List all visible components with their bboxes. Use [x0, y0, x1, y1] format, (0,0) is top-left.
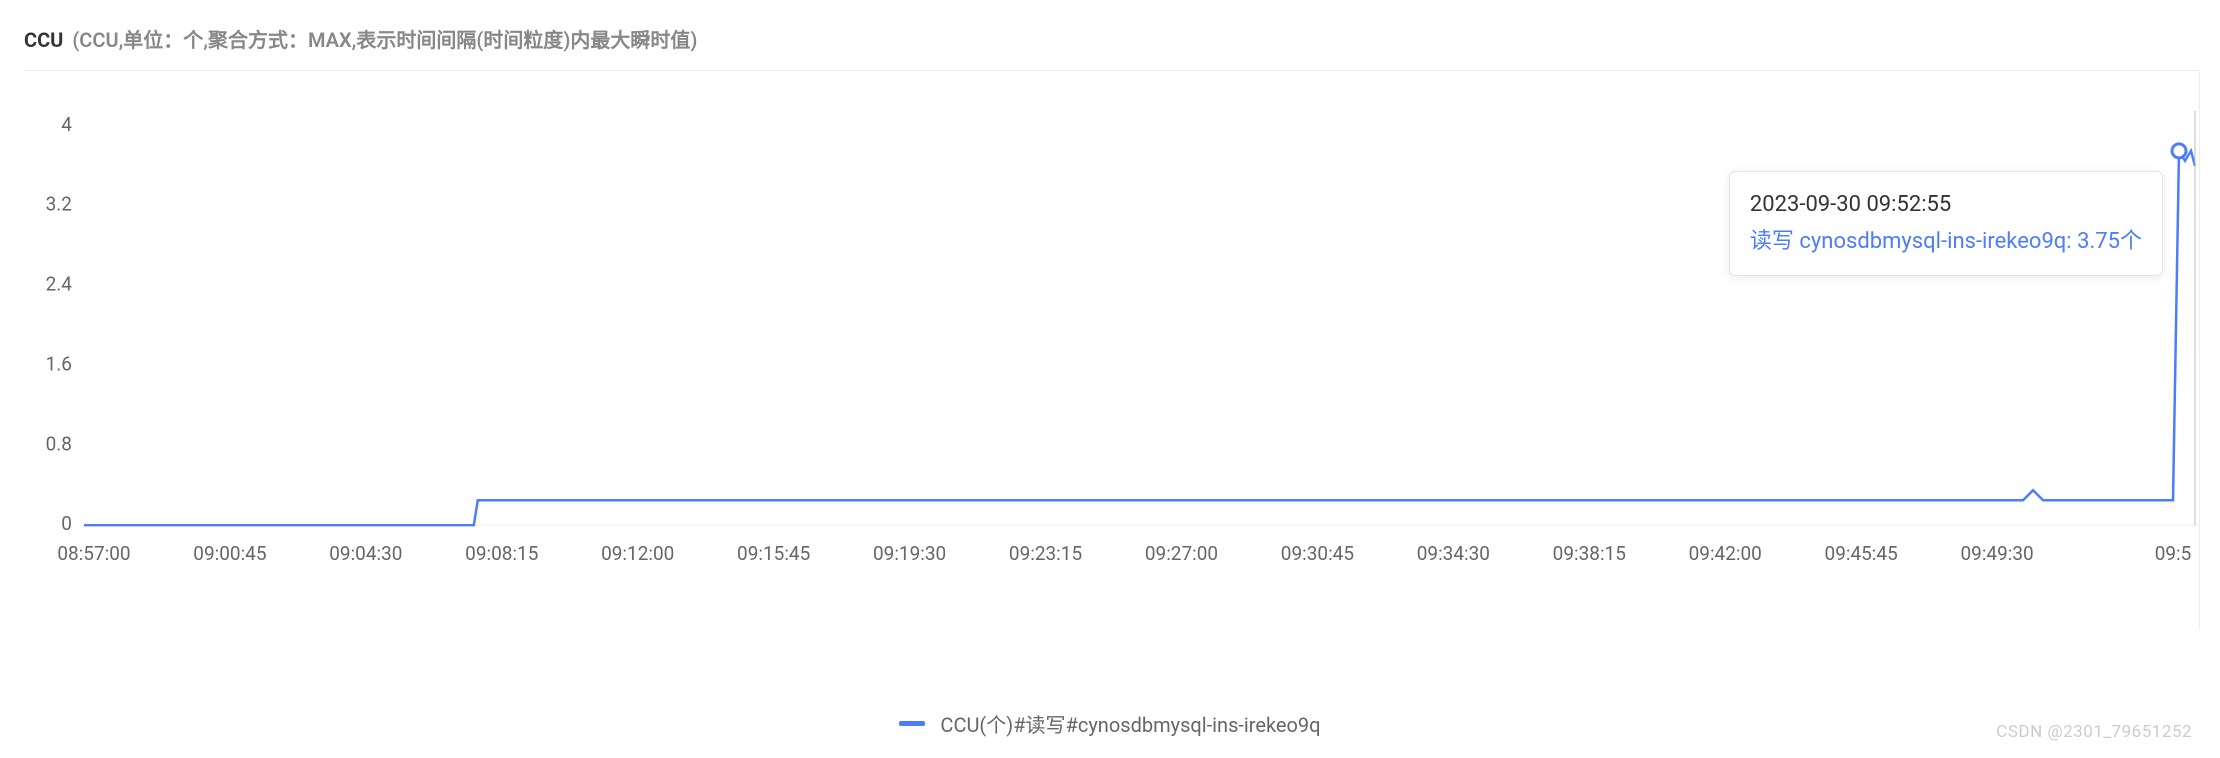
- chart-svg[interactable]: 4 3.2 2.4 1.6 0.8 0 08:57:00 09:00:45 09…: [24, 71, 2199, 630]
- x-tick-14: 09:45:45: [1825, 542, 1898, 565]
- x-tick-7: 09:19:30: [873, 542, 946, 565]
- x-tick-15: 09:49:30: [1960, 542, 2033, 565]
- chart-title-desc: (CCU,单位：个,聚合方式：MAX,表示时间间隔(时间粒度)内最大瞬时值): [72, 28, 697, 52]
- x-tick-11: 09:34:30: [1417, 542, 1490, 565]
- y-tick-0: 0: [61, 512, 72, 535]
- legend[interactable]: CCU(个)#读写#cynosdbmysql-ins-irekeo9q: [0, 709, 2220, 738]
- y-tick-4: 4: [61, 113, 72, 136]
- x-tick-6: 09:15:45: [737, 542, 810, 565]
- y-tick-3.2: 3.2: [46, 193, 72, 216]
- tooltip-timestamp: 2023-09-30 09:52:55: [1750, 186, 2142, 223]
- chart-container: CCU (CCU,单位：个,聚合方式：MAX,表示时间间隔(时间粒度)内最大瞬时…: [0, 0, 2220, 758]
- watermark: CSDN @2301_79651252: [1996, 722, 2192, 742]
- x-tick-13: 09:42:00: [1689, 542, 1762, 565]
- x-tick-3: 09:04:30: [329, 542, 402, 565]
- x-tick-10: 09:30:45: [1281, 542, 1354, 565]
- x-tick-9: 09:27:00: [1145, 542, 1218, 565]
- tooltip-value: 读写 cynosdbmysql-ins-irekeo9q: 3.75个: [1750, 223, 2142, 260]
- plot-area[interactable]: 4 3.2 2.4 1.6 0.8 0 08:57:00 09:00:45 09…: [24, 70, 2200, 630]
- y-tick-0.8: 0.8: [46, 432, 72, 455]
- chart-title: CCU (CCU,单位：个,聚合方式：MAX,表示时间间隔(时间粒度)内最大瞬时…: [24, 24, 697, 53]
- x-tick-16: 09:5: [2155, 542, 2192, 565]
- hover-tooltip: 2023-09-30 09:52:55 读写 cynosdbmysql-ins-…: [1729, 171, 2163, 276]
- x-tick-4: 09:08:15: [465, 542, 538, 565]
- y-tick-2.4: 2.4: [46, 273, 73, 296]
- x-tick-2: 09:00:45: [193, 542, 266, 565]
- hover-point-marker: [2172, 144, 2186, 158]
- chart-title-bold: CCU: [24, 28, 63, 52]
- y-tick-1.6: 1.6: [46, 352, 72, 375]
- x-tick-1: 08:57:00: [57, 542, 130, 565]
- x-tick-5: 09:12:00: [601, 542, 674, 565]
- x-tick-8: 09:23:15: [1009, 542, 1082, 565]
- legend-swatch: [899, 721, 925, 726]
- x-tick-12: 09:38:15: [1553, 542, 1626, 565]
- legend-label: CCU(个)#读写#cynosdbmysql-ins-irekeo9q: [940, 713, 1320, 737]
